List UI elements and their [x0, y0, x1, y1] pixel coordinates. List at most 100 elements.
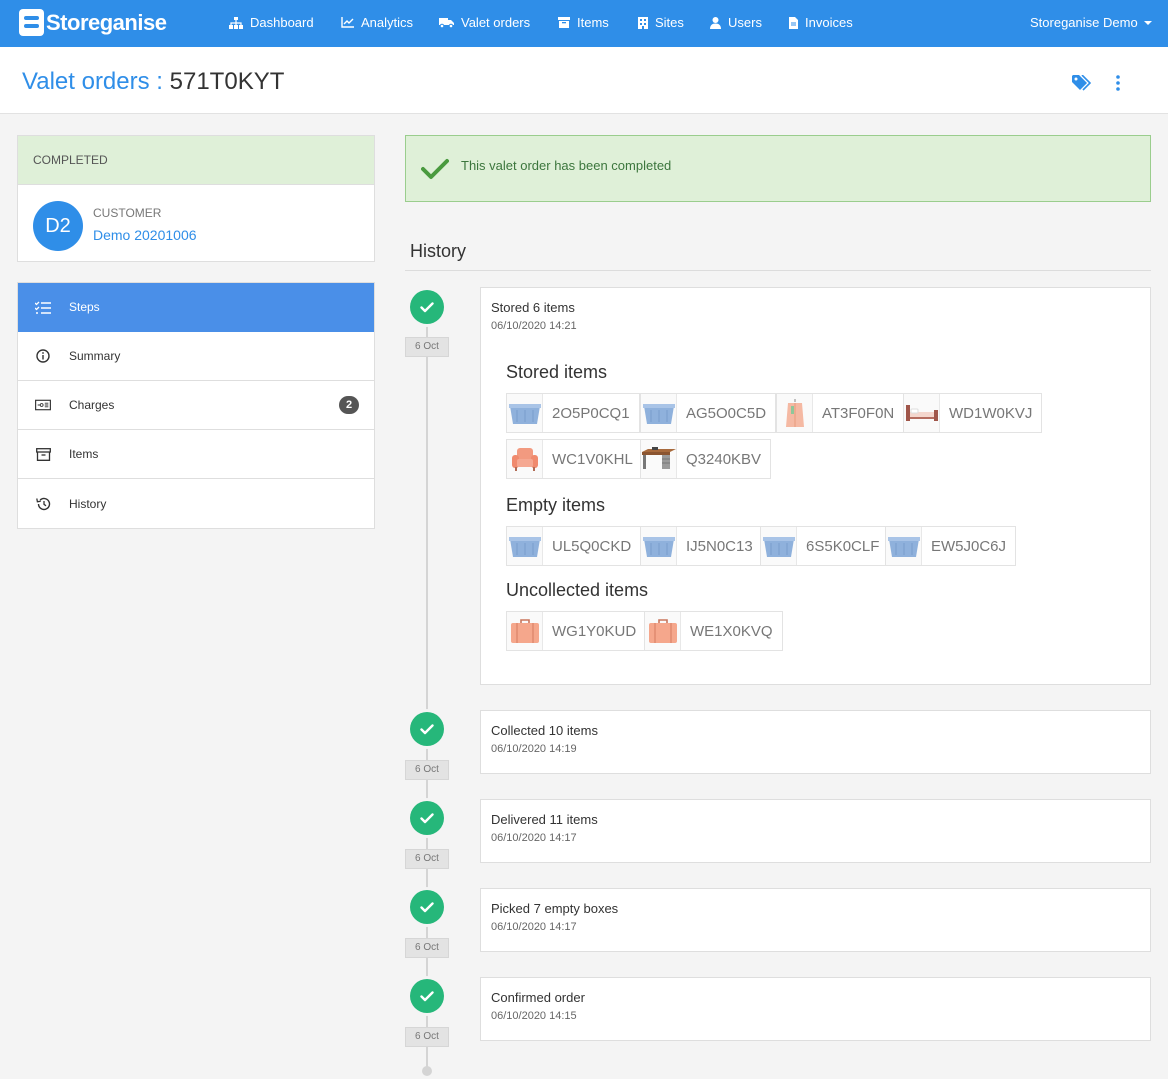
item-code: IJ5N0C13 — [686, 537, 753, 555]
event-title: Delivered 11 items — [491, 812, 598, 827]
customer-name-link[interactable]: Demo 20201006 — [93, 227, 197, 243]
item-code: WC1V0KHL — [552, 450, 633, 468]
history-divider — [405, 270, 1151, 271]
chart-icon — [341, 17, 354, 28]
file-icon — [789, 16, 798, 29]
building-icon — [638, 16, 648, 29]
nav-invoices-label: Invoices — [805, 15, 853, 30]
nav-users[interactable]: Users — [710, 15, 762, 30]
item-chip[interactable]: WC1V0KHL — [506, 439, 643, 479]
menu-item-steps[interactable]: Steps — [18, 283, 374, 332]
nav-invoices[interactable]: Invoices — [789, 15, 853, 30]
charges-count-badge: 2 — [339, 396, 359, 414]
storage-box-icon — [507, 394, 543, 432]
storeganise-logo-icon — [19, 9, 44, 36]
timeline-date: 6 Oct — [405, 337, 449, 357]
item-chip[interactable]: AT3F0F0N — [776, 393, 905, 433]
breadcrumb-separator: : — [149, 68, 170, 95]
menu-item-charges-label: Charges — [69, 398, 115, 412]
user-menu-label: Storeganise Demo — [1030, 15, 1138, 30]
nav-analytics[interactable]: Analytics — [341, 15, 413, 30]
nav-valet-orders[interactable]: Valet orders — [439, 15, 530, 30]
menu-item-steps-label: Steps — [69, 300, 100, 314]
item-code: UL5Q0CKD — [552, 537, 632, 555]
history-event-card: Picked 7 empty boxes 06/10/2020 14:17 — [480, 888, 1151, 952]
nav-users-label: Users — [728, 15, 762, 30]
vertical-dots-icon — [1116, 75, 1120, 91]
history-event-card: Stored 6 items 06/10/2020 14:21 Stored i… — [480, 287, 1151, 685]
nav-analytics-label: Analytics — [361, 15, 414, 30]
garment-bag-icon — [777, 394, 813, 432]
history-heading: History — [410, 241, 467, 261]
nav-dashboard-label: Dashboard — [250, 15, 314, 30]
suitcase-icon — [507, 612, 543, 650]
menu-item-summary[interactable]: Summary — [18, 332, 374, 381]
item-code: WG1Y0KUD — [552, 622, 637, 640]
uncollected-items-heading: Uncollected items — [506, 580, 649, 600]
user-menu-dropdown[interactable]: Storeganise Demo — [1030, 15, 1152, 30]
item-chip[interactable]: EW5J0C6J — [885, 526, 1017, 566]
item-code: 2O5P0CQ1 — [552, 404, 630, 422]
history-event-card: Confirmed order 06/10/2020 14:15 — [480, 977, 1151, 1041]
timeline-date: 6 Oct — [405, 849, 449, 869]
item-code: AT3F0F0N — [822, 404, 895, 422]
item-chip[interactable]: WD1W0KVJ — [903, 393, 1043, 433]
timeline-check-icon — [410, 290, 444, 324]
item-chip[interactable]: IJ5N0C13 — [640, 526, 763, 566]
checkmark-icon — [421, 159, 449, 179]
item-chip[interactable]: AG5O0C5D — [640, 393, 777, 433]
timeline-check-icon — [410, 890, 444, 924]
storage-box-icon — [641, 527, 677, 565]
tags-button[interactable] — [1072, 74, 1092, 94]
order-id: 571T0KYT — [169, 68, 285, 95]
completed-alert: This valet order has been completed — [405, 135, 1151, 202]
brand-name: Storeganise — [46, 9, 167, 35]
archive-icon — [558, 17, 570, 28]
menu-item-charges[interactable]: Charges 2 — [18, 381, 374, 430]
menu-item-history-label: History — [69, 496, 107, 511]
item-chip[interactable]: Q3240KBV — [640, 439, 772, 479]
event-time: 06/10/2020 14:19 — [491, 743, 577, 755]
nav-items[interactable]: Items — [558, 15, 609, 30]
event-title: Stored 6 items — [491, 300, 575, 315]
item-chip[interactable]: WE1X0KVQ — [644, 611, 783, 651]
tags-icon — [1072, 74, 1092, 91]
armchair-icon — [507, 440, 543, 478]
item-code: Q3240KBV — [686, 450, 762, 468]
storage-box-icon — [641, 394, 677, 432]
customer-avatar: D2 — [33, 201, 83, 251]
menu-item-items-label: Items — [69, 447, 99, 461]
customer-label: CUSTOMER — [93, 206, 162, 220]
bed-icon — [904, 394, 940, 432]
timeline-date: 6 Oct — [405, 938, 449, 958]
breadcrumb-valet-orders[interactable]: Valet orders — [22, 68, 150, 95]
storage-box-icon — [886, 527, 922, 565]
item-code: WE1X0KVQ — [690, 622, 773, 640]
more-options-button[interactable] — [1116, 75, 1120, 94]
event-title: Picked 7 empty boxes — [491, 901, 619, 916]
item-chip[interactable]: WG1Y0KUD — [506, 611, 647, 651]
menu-item-history[interactable]: History — [18, 479, 374, 528]
order-side-menu: Steps Summary Charges 2 Items History — [17, 282, 375, 529]
item-chip[interactable]: UL5Q0CKD — [506, 526, 642, 566]
item-code: AG5O0C5D — [686, 404, 767, 422]
event-time: 06/10/2020 14:17 — [491, 832, 577, 844]
timeline-check-icon — [410, 712, 444, 746]
event-time: 06/10/2020 14:21 — [491, 320, 577, 332]
timeline-date: 6 Oct — [405, 760, 449, 780]
nav-sites[interactable]: Sites — [638, 15, 684, 30]
suitcase-icon — [645, 612, 681, 650]
item-chip[interactable]: 2O5P0CQ1 — [506, 393, 640, 433]
menu-item-items[interactable]: Items — [18, 430, 374, 479]
brand-logo[interactable]: Storeganise — [19, 9, 167, 36]
alert-message: This valet order has been completed — [461, 158, 672, 173]
history-event-card: Delivered 11 items 06/10/2020 14:17 — [480, 799, 1151, 863]
item-chip[interactable]: 6S5K0CLF — [760, 526, 890, 566]
list-check-icon — [35, 299, 51, 315]
event-time: 06/10/2020 14:17 — [491, 921, 577, 933]
timeline-date: 6 Oct — [405, 1027, 449, 1047]
event-time: 06/10/2020 14:15 — [491, 1010, 577, 1022]
order-status-card: COMPLETED D2 CUSTOMER Demo 20201006 — [17, 135, 375, 262]
nav-dashboard[interactable]: Dashboard — [229, 15, 314, 30]
status-label: COMPLETED — [18, 136, 374, 185]
